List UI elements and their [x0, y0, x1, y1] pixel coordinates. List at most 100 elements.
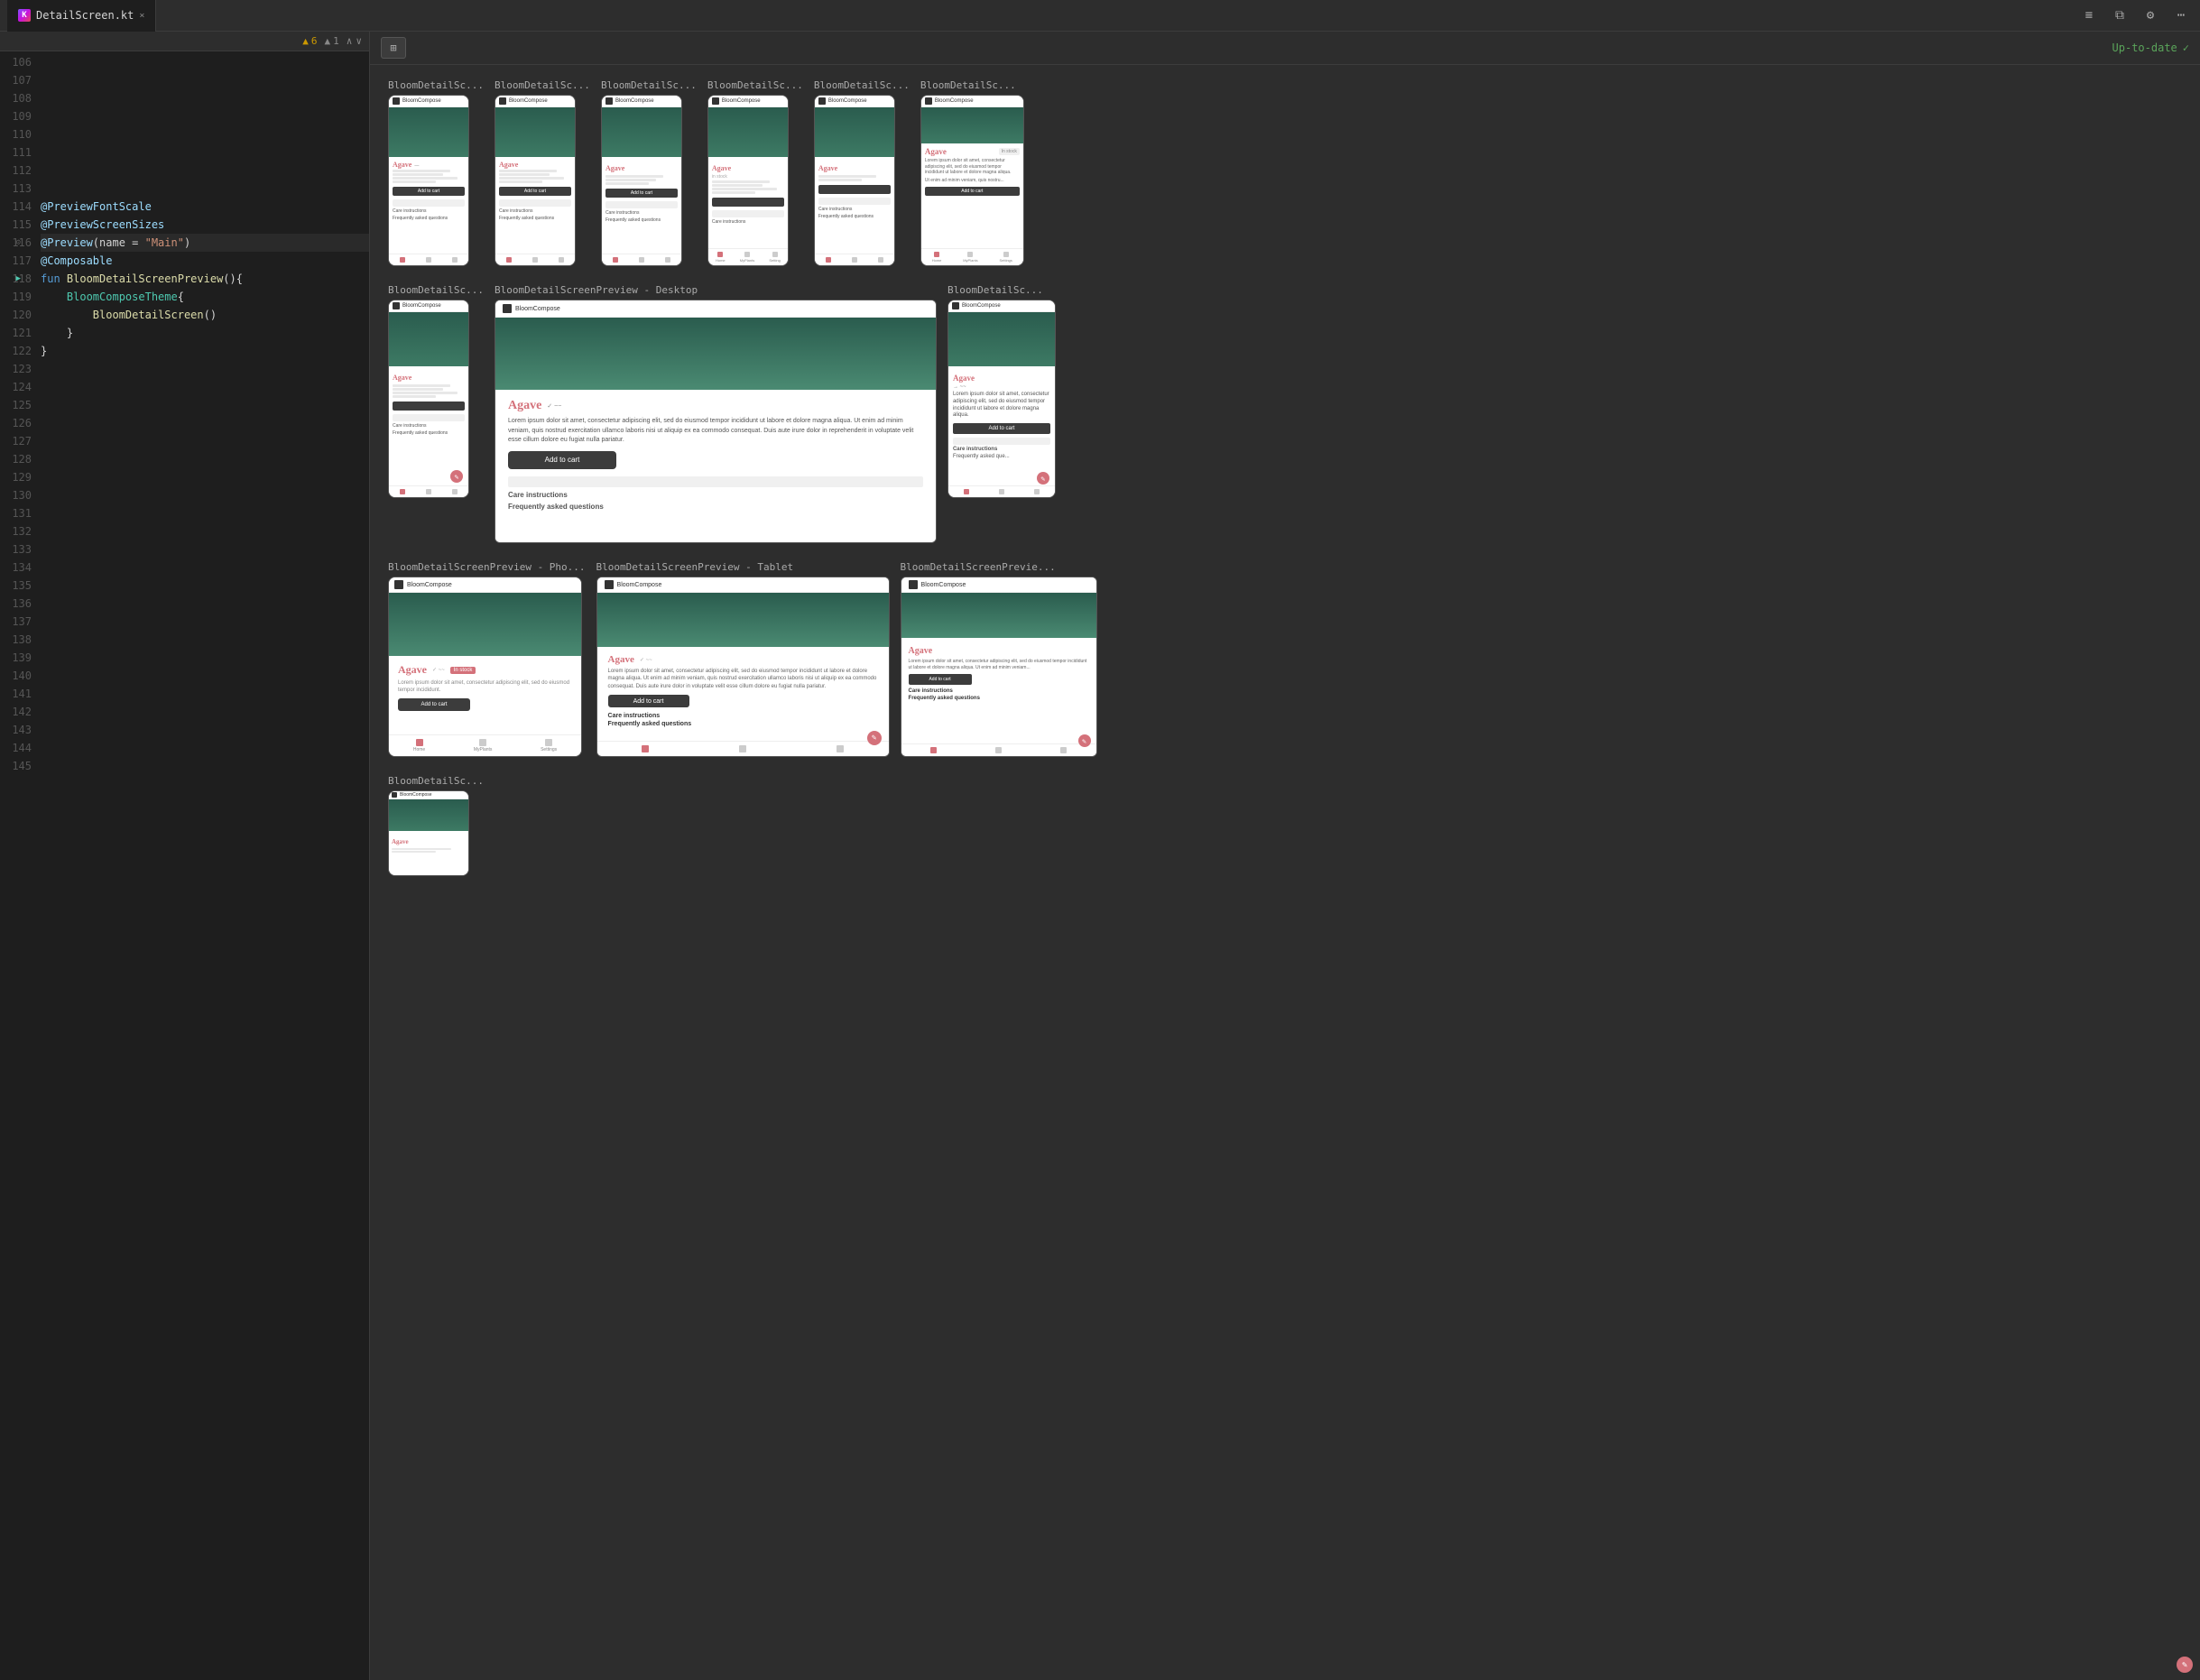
- arrow-up-icon[interactable]: ∧: [347, 35, 353, 47]
- preview-label: BloomDetailSc...: [920, 79, 1024, 91]
- preview-item-desktop[interactable]: BloomDetailScreenPreview - Desktop Bloom…: [495, 284, 937, 543]
- code-line: [41, 53, 369, 71]
- code-line-117: @Composable: [41, 252, 369, 270]
- phone-mockup-tiny: BloomCompose Agave: [388, 790, 469, 876]
- tab-filename: DetailScreen.kt: [36, 9, 134, 22]
- code-line-115: @PreviewScreenSizes: [41, 216, 369, 234]
- preview-label: BloomDetailSc...: [601, 79, 697, 91]
- preview-item[interactable]: BloomDetailSc... BloomCompose Agave: [388, 284, 484, 498]
- code-line: [41, 414, 369, 432]
- preview-item[interactable]: BloomDetailSc... BloomCompose: [388, 79, 484, 266]
- code-line: [41, 71, 369, 89]
- tab-close-button[interactable]: ×: [139, 11, 144, 21]
- code-line-118: fun BloomDetailScreenPreview(){: [41, 270, 369, 288]
- phone-mockup-small: BloomCompose Agave —: [388, 95, 469, 266]
- preview-grid: BloomDetailSc... BloomCompose: [388, 79, 2182, 876]
- split-view-icon[interactable]: ⧉: [2108, 4, 2131, 27]
- preview-label: BloomDetailSc...: [947, 284, 1056, 296]
- frequently-asked-label: Frequently asked questions: [608, 721, 878, 727]
- arrow-down-icon[interactable]: ∨: [356, 35, 362, 47]
- code-line: [41, 613, 369, 631]
- phone-mockup-medium-right: BloomCompose Agave → ~~ Lorem ipsum dolo…: [947, 300, 1056, 498]
- code-line: [41, 721, 369, 739]
- preview-item-phone-large[interactable]: BloomDetailScreenPreview - Pho... BloomC…: [388, 561, 586, 757]
- preview-row-1: BloomDetailSc... BloomCompose: [388, 79, 2182, 266]
- preview-label: BloomDetailSc...: [388, 79, 484, 91]
- preview-item[interactable]: BloomDetailSc... BloomCompose: [495, 79, 590, 266]
- file-tab[interactable]: K DetailScreen.kt ×: [7, 0, 156, 32]
- code-text[interactable]: @PreviewFontScale @PreviewScreenSizes @P…: [41, 51, 369, 1680]
- preview-label: BloomDetailSc...: [388, 284, 484, 296]
- nav-arrows: ∧ ∨: [347, 35, 362, 47]
- code-line: [41, 125, 369, 143]
- code-line-114: @PreviewFontScale: [41, 198, 369, 216]
- preview-item[interactable]: BloomDetailSc... BloomCompose Agave: [947, 284, 1056, 498]
- code-line: [41, 378, 369, 396]
- desktop-mockup: BloomCompose Agave ✓ ~~ Lorem ipsum dolo…: [495, 300, 937, 543]
- settings-icon[interactable]: ⚙: [2139, 4, 2162, 27]
- preview-toolbar-left: ⊞: [381, 37, 406, 59]
- status-text: Up-to-date: [2112, 42, 2177, 54]
- warning-count: 6: [311, 35, 318, 47]
- code-line: [41, 775, 369, 793]
- code-line-122: }: [41, 342, 369, 360]
- code-line: [41, 558, 369, 577]
- code-line: [41, 468, 369, 486]
- code-line: [41, 180, 369, 198]
- main-layout: ▲ 6 ▲ 1 ∧ ∨ 106107108109110 111112113114…: [0, 32, 2200, 1680]
- grid-view-button[interactable]: ⊞: [381, 37, 406, 59]
- phone-mockup-large-bottom: BloomCompose Agave ✓ ~~ In stock: [388, 577, 582, 757]
- code-line: [41, 450, 369, 468]
- code-line: [41, 396, 369, 414]
- preview-row-4: BloomDetailSc... BloomCompose Agave: [388, 775, 2182, 876]
- hamburger-menu-icon[interactable]: ≡: [2077, 4, 2101, 27]
- phone-mockup-small: BloomCompose Agave Care instructions: [814, 95, 895, 266]
- preview-pane: ⊞ Up-to-date ✓ BloomDetailSc...: [370, 32, 2200, 1680]
- more-options-icon[interactable]: ⋯: [2169, 4, 2193, 27]
- preview-row-3: BloomDetailScreenPreview - Pho... BloomC…: [388, 561, 2182, 757]
- preview-label: BloomDetailSc...: [707, 79, 803, 91]
- preview-item[interactable]: BloomDetailSc... BloomCompose: [920, 79, 1024, 266]
- code-content[interactable]: 106107108109110 111112113114115 ⚙116 117…: [0, 51, 369, 1680]
- code-line: [41, 522, 369, 540]
- preview-label-tiny: BloomDetailSc...: [388, 775, 484, 787]
- preview-scroll-area[interactable]: BloomDetailSc... BloomCompose: [370, 65, 2200, 1680]
- preview-item[interactable]: BloomDetailSc... BloomCompose Agave: [601, 79, 697, 266]
- kotlin-icon: K: [18, 9, 31, 22]
- preview-status: Up-to-date ✓: [2112, 42, 2189, 54]
- code-line: [41, 89, 369, 107]
- code-line: [41, 432, 369, 450]
- code-line: [41, 631, 369, 649]
- tablet-mockup: BloomCompose Agave ✓ ~~ Lorem ipsum dolo…: [596, 577, 890, 757]
- preview-item[interactable]: BloomDetailSc... BloomCompose Agave: [707, 79, 803, 266]
- code-line-120: BloomDetailScreen(): [41, 306, 369, 324]
- preview-item[interactable]: BloomDetailSc... BloomCompose Agave: [814, 79, 910, 266]
- care-instructions-label-right: Care instructions: [909, 688, 1089, 694]
- frequently-asked-label-right: Frequently asked questions: [909, 696, 1089, 701]
- code-line: [41, 107, 369, 125]
- preview-item-tablet-right[interactable]: BloomDetailScreenPrevie... BloomCompose …: [901, 561, 1097, 757]
- warning-icon: ▲: [302, 35, 309, 47]
- line-numbers: 106107108109110 111112113114115 ⚙116 117…: [0, 51, 41, 1680]
- code-toolbar: ▲ 6 ▲ 1 ∧ ∨: [0, 32, 369, 51]
- preview-row-2: BloomDetailSc... BloomCompose Agave: [388, 284, 2182, 543]
- tablet-mockup-right: BloomCompose Agave Lorem ipsum dolor sit…: [901, 577, 1097, 757]
- preview-label-tablet-right: BloomDetailScreenPrevie...: [901, 561, 1097, 573]
- code-line: [41, 486, 369, 504]
- code-line: [41, 540, 369, 558]
- code-line: [41, 595, 369, 613]
- care-instructions-label: Care instructions: [608, 713, 878, 719]
- info-count: 1: [333, 35, 339, 47]
- toolbar-icons: ≡ ⧉ ⚙ ⋯: [2077, 4, 2193, 27]
- code-line: [41, 667, 369, 685]
- phone-mockup-small: BloomCompose Agave Add to cart: [601, 95, 682, 266]
- preview-item-tiny[interactable]: BloomDetailSc... BloomCompose Agave: [388, 775, 484, 876]
- phone-mockup-small: BloomCompose Agave in stock: [707, 95, 789, 266]
- code-line: [41, 360, 369, 378]
- code-line: [41, 739, 369, 757]
- preview-label: BloomDetailScreenPreview - Pho...: [388, 561, 586, 573]
- phone-mockup-small: BloomCompose Agave: [495, 95, 576, 266]
- phone-mockup-medium: BloomCompose Agave: [388, 300, 469, 498]
- preview-toolbar: ⊞ Up-to-date ✓: [370, 32, 2200, 65]
- preview-item-tablet[interactable]: BloomDetailScreenPreview - Tablet BloomC…: [596, 561, 890, 757]
